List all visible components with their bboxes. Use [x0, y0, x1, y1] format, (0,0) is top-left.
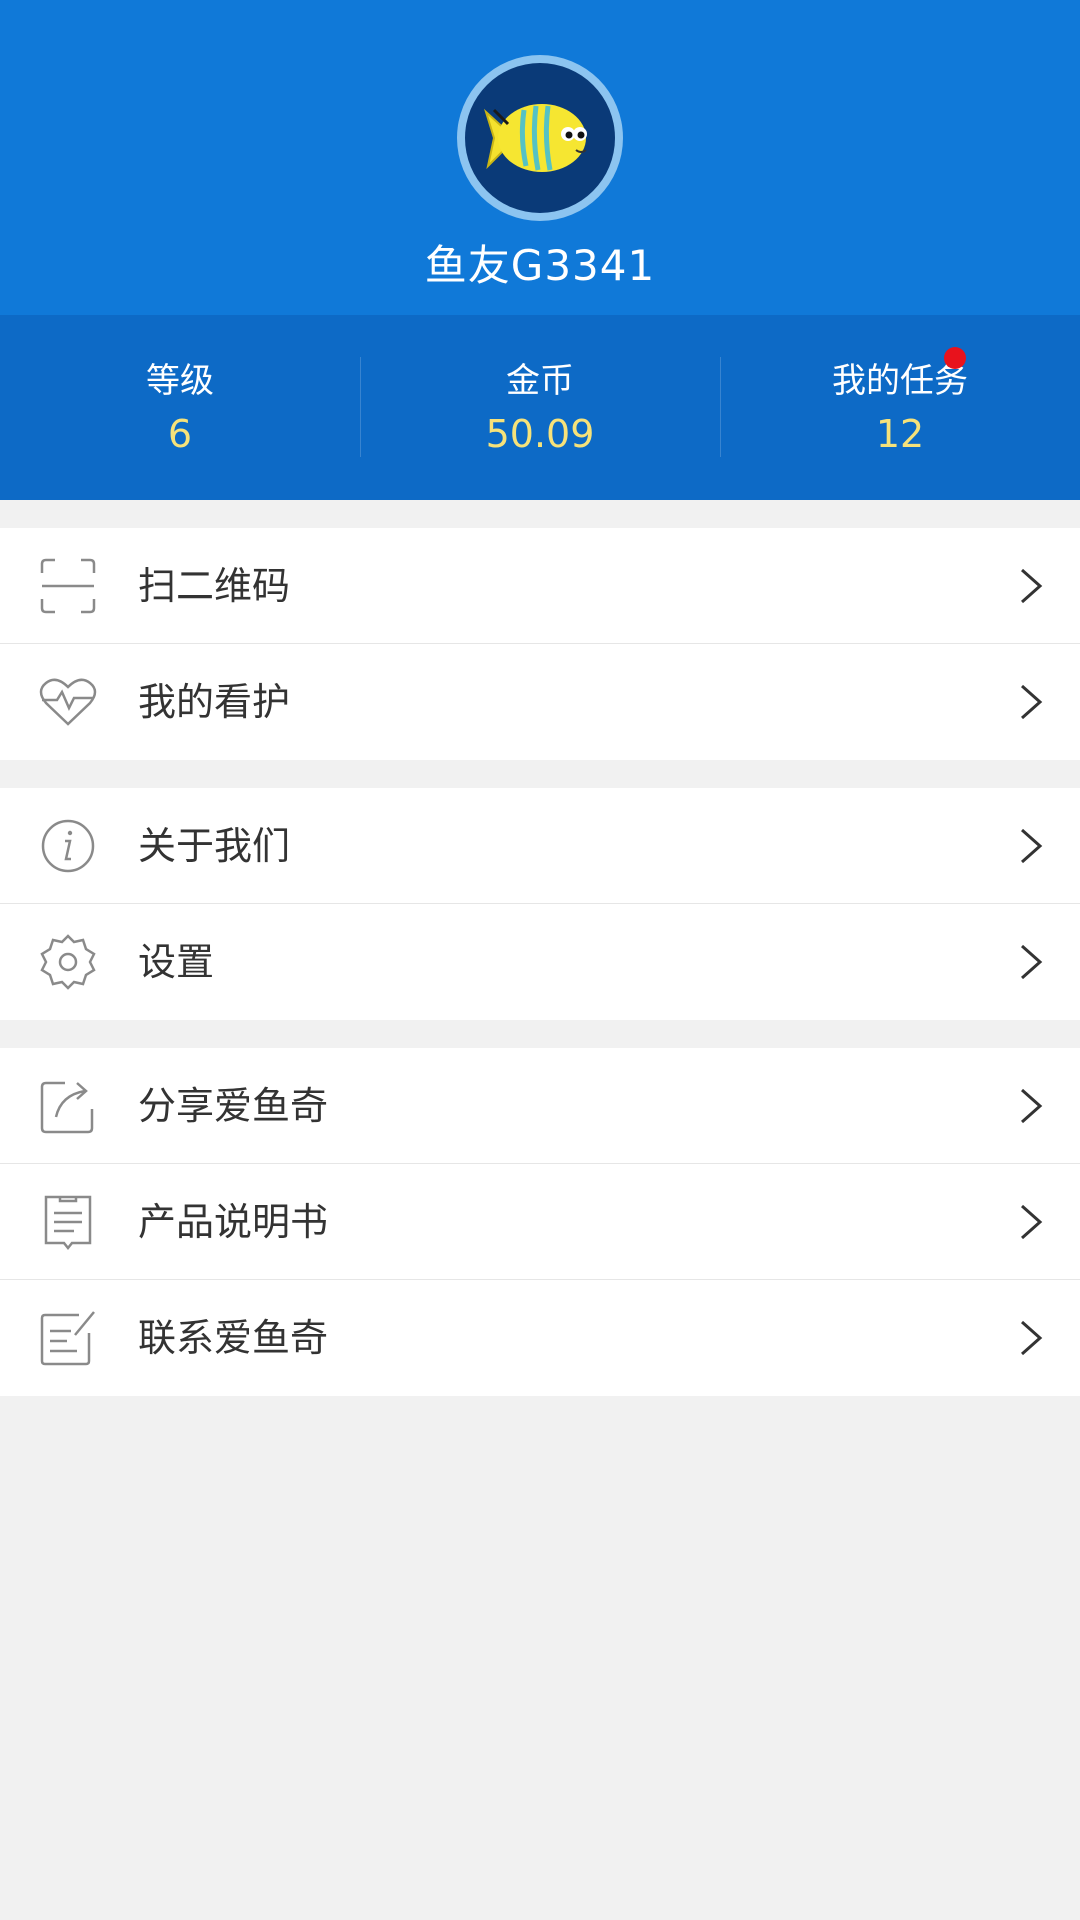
- stat-level[interactable]: 等级 6: [0, 315, 360, 500]
- fish-avatar-icon: [483, 104, 587, 172]
- notification-badge: [944, 347, 966, 369]
- contact-edit-icon: [40, 1311, 95, 1366]
- chevron-right-icon: [1021, 684, 1043, 720]
- menu-item-label: 联系爱鱼奇: [138, 1316, 329, 1360]
- menu-group-2: 关于我们 设置: [0, 788, 1080, 1020]
- menu-item-label: 设置: [138, 940, 215, 984]
- avatar[interactable]: [457, 55, 623, 221]
- menu-group-3: 分享爱鱼奇 产品说明书 联系爱鱼奇: [0, 1048, 1080, 1396]
- menu-item-about-us[interactable]: 关于我们: [0, 788, 1080, 904]
- stat-my-tasks[interactable]: 我的任务 12: [720, 315, 1080, 500]
- share-icon: [40, 1081, 94, 1134]
- scan-qr-icon: [40, 558, 96, 614]
- chevron-right-icon: [1021, 828, 1043, 864]
- menu-item-my-care[interactable]: 我的看护: [0, 644, 1080, 760]
- stat-label: 金币: [506, 360, 574, 401]
- menu-item-label: 扫二维码: [138, 564, 291, 608]
- stat-label: 等级: [146, 360, 214, 401]
- menu-item-label: 分享爱鱼奇: [138, 1084, 329, 1128]
- chevron-right-icon: [1021, 944, 1043, 980]
- stats-bar: 等级 6 金币 50.09 我的任务 12: [0, 315, 1080, 500]
- info-icon: [41, 819, 95, 873]
- chevron-right-icon: [1021, 1320, 1043, 1356]
- chevron-right-icon: [1021, 568, 1043, 604]
- menu-item-label: 产品说明书: [138, 1200, 329, 1244]
- menu-group-1: 扫二维码 我的看护: [0, 528, 1080, 760]
- manual-icon: [44, 1195, 92, 1251]
- nickname: 鱼友G3341: [424, 241, 656, 290]
- menu-item-share[interactable]: 分享爱鱼奇: [0, 1048, 1080, 1164]
- stat-value: 12: [875, 411, 925, 456]
- menu-item-label: 我的看护: [138, 680, 291, 724]
- heart-pulse-icon: [39, 678, 97, 726]
- menu-item-scan-qr[interactable]: 扫二维码: [0, 528, 1080, 644]
- menu-item-settings[interactable]: 设置: [0, 904, 1080, 1020]
- stat-coins[interactable]: 金币 50.09: [360, 315, 720, 500]
- menu-item-manual[interactable]: 产品说明书: [0, 1164, 1080, 1280]
- stat-value: 50.09: [485, 411, 595, 456]
- stat-value: 6: [167, 411, 193, 456]
- chevron-right-icon: [1021, 1088, 1043, 1124]
- profile-header: 鱼友G3341 等级 6 金币 50.09 我的任务 12: [0, 0, 1080, 500]
- menu-item-label: 关于我们: [138, 824, 291, 868]
- menu-item-contact[interactable]: 联系爱鱼奇: [0, 1280, 1080, 1396]
- gear-icon: [40, 934, 96, 990]
- chevron-right-icon: [1021, 1204, 1043, 1240]
